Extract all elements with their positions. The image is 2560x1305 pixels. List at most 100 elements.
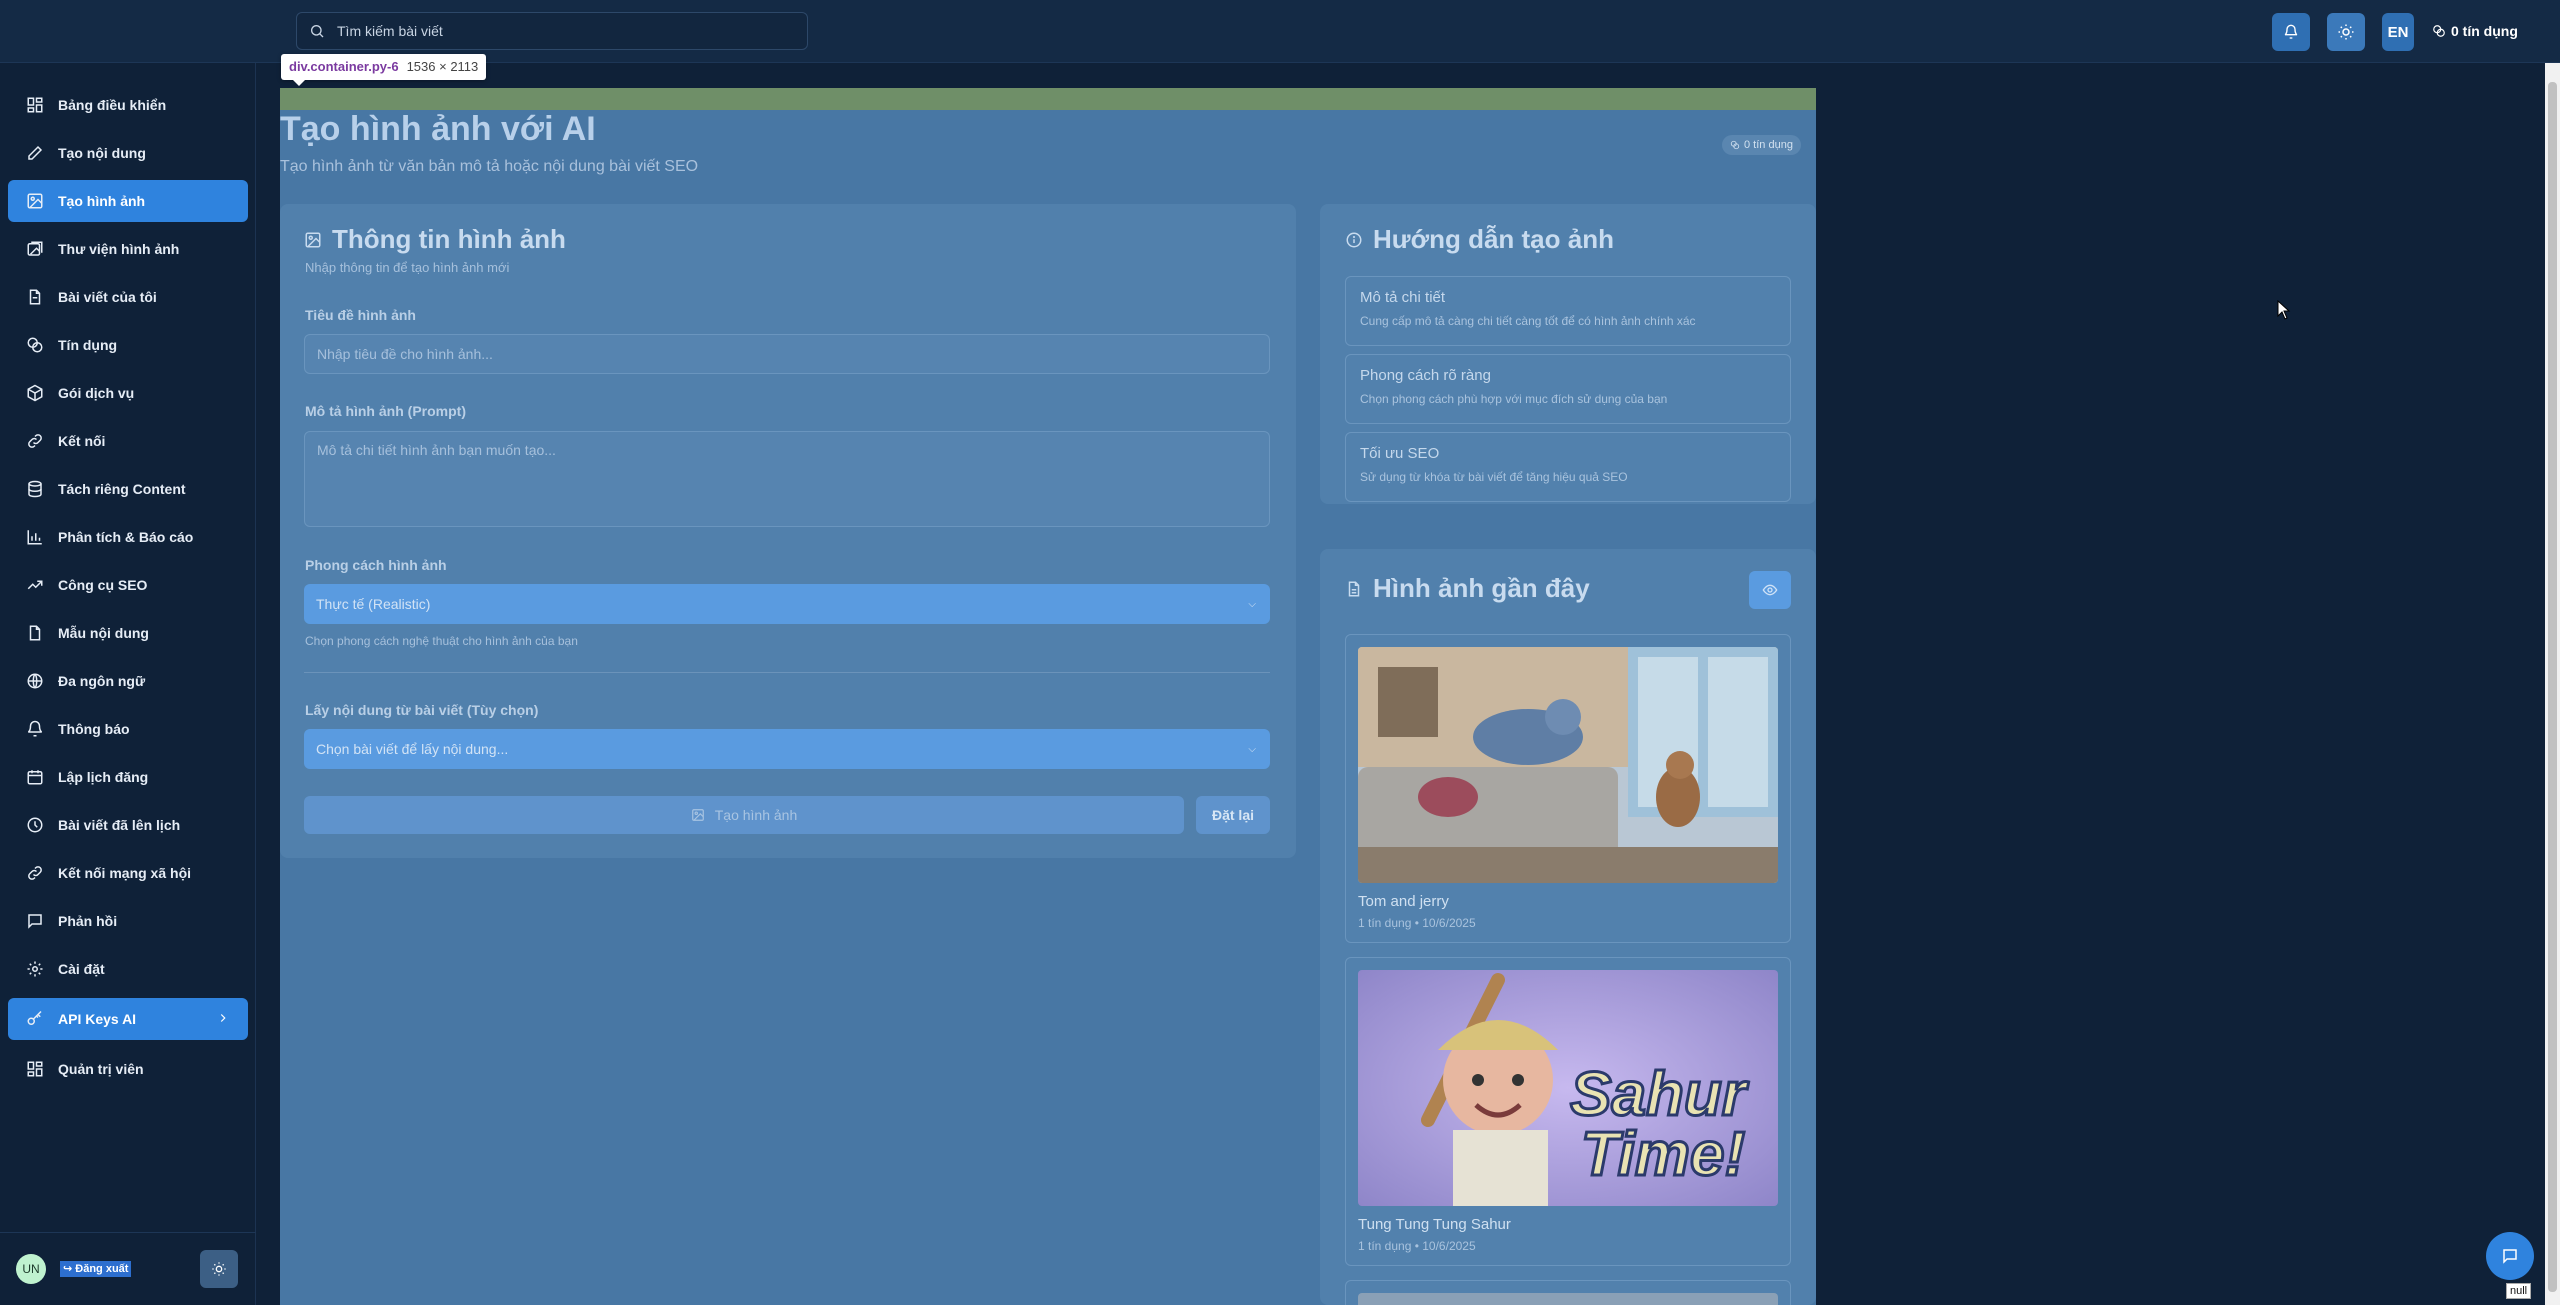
logout-button[interactable]: ↪ Đăng xuất xyxy=(60,1261,132,1277)
guide-tip: Phong cách rõ ràng Chọn phong cách phù h… xyxy=(1345,354,1791,424)
form-subtitle: Nhập thông tin để tạo hình ảnh mới xyxy=(305,260,510,275)
credits-indicator[interactable]: 0 tín dụng xyxy=(2432,18,2518,44)
guide-title-text: Hướng dẫn tạo ảnh xyxy=(1373,224,1614,254)
bell-icon xyxy=(27,720,43,737)
sidebar-item[interactable]: Tín dụng xyxy=(8,324,248,366)
mouse-cursor-icon xyxy=(2277,300,2291,320)
recent-image-meta: 1 tín dụng • 10/6/2025 xyxy=(1358,1239,1476,1253)
recent-image-card[interactable]: Tom and jerry 1 tín dụng • 10/6/2025 xyxy=(1345,634,1791,943)
reset-button[interactable]: Đặt lại xyxy=(1196,796,1270,834)
devtools-margin-highlight xyxy=(280,88,1816,110)
tip-desc: Chọn phong cách phù hợp với mục đích sử … xyxy=(1360,392,1668,406)
search-placeholder: Tìm kiếm bài viết xyxy=(337,23,443,39)
sidebar-item[interactable]: Lập lịch đăng xyxy=(8,756,248,798)
chat-button[interactable] xyxy=(2486,1232,2534,1280)
sidebar-item-label: Mẫu nội dung xyxy=(58,625,149,641)
coins-icon xyxy=(27,337,43,353)
sidebar-item-label: Tạo nội dung xyxy=(58,145,146,161)
recent-image-thumbnail[interactable]: Sahur Time! xyxy=(1358,970,1778,1206)
sidebar-item-label: Bài viết của tôi xyxy=(58,289,157,305)
devtools-tooltip: div.container.py-6 1536 × 2113 xyxy=(281,54,487,86)
image-title-input[interactable]: Nhập tiêu đề cho hình ảnh... xyxy=(304,334,1270,374)
sidebar-item[interactable]: Bài viết đã lên lịch xyxy=(8,804,248,846)
generate-image-button[interactable]: Tạo hình ảnh xyxy=(304,796,1184,834)
sidebar-item-label: Tín dụng xyxy=(58,337,118,353)
scrollbar-thumb[interactable] xyxy=(2548,82,2557,1292)
tom-and-jerry-image xyxy=(1358,647,1778,883)
recent-image-card[interactable]: Sahur Time! Tung Tung Tung Sahur 1 tín d… xyxy=(1345,957,1791,1266)
recent-title-text: Hình ảnh gần đây xyxy=(1373,573,1590,603)
notifications-button[interactable] xyxy=(2272,13,2310,51)
sidebar-item[interactable]: Thư viện hình ảnh xyxy=(8,228,248,270)
style-select[interactable]: Thực tế (Realistic) ⌵ xyxy=(304,584,1270,624)
language-button[interactable]: EN xyxy=(2382,13,2414,51)
recent-image-title: Tom and jerry xyxy=(1358,893,1449,910)
tip-title: Tối ưu SEO xyxy=(1360,445,1440,462)
view-all-button[interactable] xyxy=(1749,571,1791,609)
sidebar-item[interactable]: Bảng điều khiển xyxy=(8,84,248,126)
globe-icon xyxy=(27,673,43,689)
sidebar-item[interactable]: Gói dịch vụ xyxy=(8,372,248,414)
recent-image-thumbnail[interactable] xyxy=(1358,1293,1778,1305)
sidebar-item-label: Tách riêng Content xyxy=(58,481,186,497)
page-subtitle: Tạo hình ảnh từ văn bản mô tả hoặc nội d… xyxy=(280,158,699,175)
sidebar-item-label: Phân tích & Báo cáo xyxy=(58,529,194,545)
recent-image-card[interactable] xyxy=(1345,1280,1791,1305)
sidebar-item[interactable]: Phân tích & Báo cáo xyxy=(8,516,248,558)
edit-icon xyxy=(28,145,43,160)
page-title: Tạo hình ảnh với AI xyxy=(280,110,596,148)
generate-label: Tạo hình ảnh xyxy=(714,807,798,823)
sidebar-item[interactable]: Đa ngôn ngữ xyxy=(8,660,248,702)
credits-badge: 0 tín dụng xyxy=(1722,135,1801,155)
dashboard-icon xyxy=(27,97,43,113)
sidebar-item[interactable]: Tạo hình ảnh xyxy=(8,180,248,222)
sidebar-item[interactable]: Mẫu nội dung xyxy=(8,612,248,654)
recent-image-thumbnail[interactable] xyxy=(1358,647,1778,883)
sidebar-item[interactable]: Bài viết của tôi xyxy=(8,276,248,318)
sidebar-item[interactable]: Kết nối mạng xã hội xyxy=(8,852,248,894)
sidebar-item[interactable]: Quản trị viên xyxy=(8,1048,248,1090)
info-icon xyxy=(1346,232,1362,247)
form-title: Thông tin hình ảnh xyxy=(304,224,566,255)
eye-icon xyxy=(1762,584,1778,596)
credits-label: 0 tín dụng xyxy=(2451,23,2518,39)
admin-icon xyxy=(27,1061,43,1077)
tip-title: Phong cách rõ ràng xyxy=(1360,367,1491,384)
sidebar-item[interactable]: Tạo nội dung xyxy=(8,132,248,174)
tooltip-selector: div.container.py-6 xyxy=(289,59,399,74)
chevron-right-icon xyxy=(220,1014,226,1022)
sidebar-item[interactable]: Cài đặt xyxy=(8,948,248,990)
package-icon xyxy=(27,384,43,402)
coins-icon xyxy=(1730,140,1740,150)
image-icon xyxy=(27,193,43,209)
sidebar-item[interactable]: Tách riêng Content xyxy=(8,468,248,510)
tip-title: Mô tả chi tiết xyxy=(1360,289,1446,306)
recent-image-title: Tung Tung Tung Sahur xyxy=(1358,1216,1511,1233)
sidebar-item[interactable]: Công cụ SEO xyxy=(8,564,248,606)
sidebar-item-label: Kết nối mạng xã hội xyxy=(58,865,192,881)
sidebar-item[interactable]: Phản hồi xyxy=(8,900,248,942)
avatar[interactable]: UN xyxy=(16,1254,46,1284)
chevron-down-icon: ⌵ xyxy=(1248,598,1256,610)
sidebar-theme-button[interactable] xyxy=(200,1250,238,1288)
title-label: Tiêu đề hình ảnh xyxy=(305,307,416,323)
sidebar-item-label: Kết nối xyxy=(58,433,106,449)
trending-icon xyxy=(27,580,43,590)
sidebar-item-label: Cài đặt xyxy=(58,961,105,977)
sidebar-item[interactable]: Kết nối xyxy=(8,420,248,462)
sidebar-item-label: Thông báo xyxy=(58,721,130,737)
post-select[interactable]: Chọn bài viết để lấy nội dung... ⌵ xyxy=(304,729,1270,769)
theme-toggle-button[interactable] xyxy=(2327,13,2365,51)
sidebar-item[interactable]: Thông báo xyxy=(8,708,248,750)
bar-chart-icon xyxy=(27,530,42,545)
prompt-textarea[interactable]: Mô tả chi tiết hình ảnh bạn muốn tạo... xyxy=(304,431,1270,527)
sidebar-item-label: Quản trị viên xyxy=(58,1061,144,1077)
style-hint: Chọn phong cách nghệ thuật cho hình ảnh … xyxy=(305,634,578,648)
null-label: null xyxy=(2506,1283,2532,1299)
sahur-image: Sahur Time! xyxy=(1358,970,1778,1206)
sidebar-item[interactable]: API Keys AI xyxy=(8,998,248,1040)
image-icon xyxy=(691,809,704,821)
sidebar-item-label: Tạo hình ảnh xyxy=(58,193,146,209)
search-input[interactable]: Tìm kiếm bài viết xyxy=(296,12,808,50)
logout-label: Đăng xuất xyxy=(75,1263,129,1275)
